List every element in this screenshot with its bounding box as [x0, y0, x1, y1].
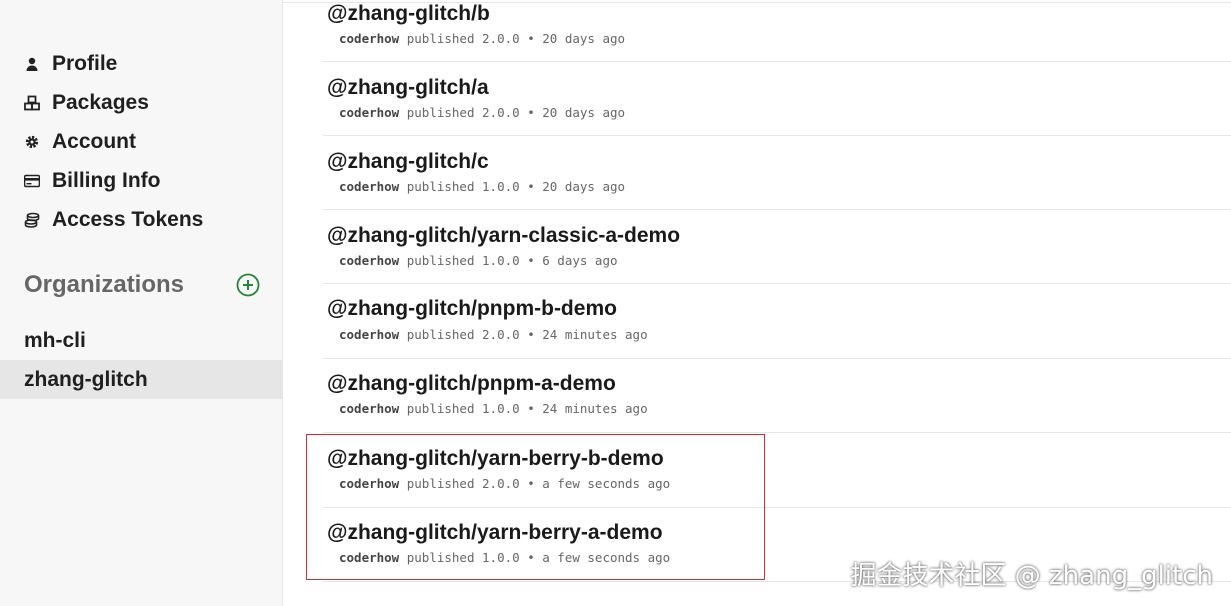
- org-item-zhang-glitch[interactable]: zhang-glitch: [0, 360, 282, 399]
- publish-action: published: [406, 179, 475, 194]
- separator-dot: •: [527, 179, 535, 194]
- org-item-label: mh-cli: [24, 328, 86, 352]
- package-meta: coderhow published 1.0.0 • a few seconds…: [339, 550, 670, 565]
- package-name-link[interactable]: @zhang-glitch/yarn-berry-a-demo: [327, 521, 663, 545]
- publisher-link[interactable]: coderhow: [339, 401, 399, 416]
- publisher-link[interactable]: coderhow: [339, 31, 399, 46]
- publish-action: published: [406, 327, 475, 342]
- publish-time: a few seconds ago: [542, 476, 671, 491]
- organizations-list: mh-cli zhang-glitch: [0, 321, 282, 399]
- package-meta: coderhow published 1.0.0 • 20 days ago: [339, 179, 625, 194]
- publish-action: published: [406, 401, 475, 416]
- publish-action: published: [406, 31, 475, 46]
- package-version: 1.0.0: [482, 179, 520, 194]
- separator-dot: •: [527, 327, 535, 342]
- tokens-icon: [24, 212, 40, 228]
- package-version: 2.0.0: [482, 105, 520, 120]
- packages-icon: [24, 95, 40, 111]
- package-name-link[interactable]: @zhang-glitch/c: [327, 150, 489, 174]
- publish-time: 20 days ago: [542, 105, 626, 120]
- publish-time: 6 days ago: [542, 253, 618, 268]
- separator-dot: •: [527, 105, 535, 120]
- watermark-text: 掘金技术社区 @ zhang_glitch: [850, 561, 1214, 591]
- sidebar-nav: Profile Packages Account Billing Info Ac…: [0, 44, 282, 239]
- package-meta: coderhow published 2.0.0 • a few seconds…: [339, 476, 670, 491]
- package-name-link[interactable]: @zhang-glitch/pnpm-a-demo: [327, 372, 616, 396]
- sidebar-item-access-tokens[interactable]: Access Tokens: [0, 200, 282, 239]
- package-version: 1.0.0: [482, 253, 520, 268]
- separator-dot: •: [527, 31, 535, 46]
- publish-action: published: [406, 550, 475, 565]
- package-meta: coderhow published 2.0.0 • 20 days ago: [339, 105, 625, 120]
- add-organization-button[interactable]: [236, 273, 260, 297]
- package-row: @zhang-glitch/b coderhow published 2.0.0…: [323, 0, 1231, 62]
- package-meta: coderhow published 1.0.0 • 6 days ago: [339, 253, 618, 268]
- publisher-link[interactable]: coderhow: [339, 179, 399, 194]
- publisher-link[interactable]: coderhow: [339, 253, 399, 268]
- sidebar-item-packages[interactable]: Packages: [0, 83, 282, 122]
- package-version: 2.0.0: [482, 31, 520, 46]
- publish-action: published: [406, 476, 475, 491]
- publisher-link[interactable]: coderhow: [339, 105, 399, 120]
- package-name-link[interactable]: @zhang-glitch/b: [327, 2, 490, 26]
- package-version: 1.0.0: [482, 550, 520, 565]
- publisher-link[interactable]: coderhow: [339, 476, 399, 491]
- sidebar-item-billing-info[interactable]: Billing Info: [0, 161, 282, 200]
- publish-action: published: [406, 105, 475, 120]
- package-version: 1.0.0: [482, 401, 520, 416]
- package-row: @zhang-glitch/yarn-classic-a-demo coderh…: [323, 209, 1231, 284]
- plus-circle-icon: [236, 273, 260, 297]
- package-row: @zhang-glitch/pnpm-a-demo coderhow publi…: [323, 358, 1231, 433]
- package-name-link[interactable]: @zhang-glitch/pnpm-b-demo: [327, 297, 617, 321]
- sidebar-item-label: Billing Info: [52, 168, 161, 192]
- package-name-link[interactable]: @zhang-glitch/yarn-classic-a-demo: [327, 224, 680, 248]
- package-version: 2.0.0: [482, 327, 520, 342]
- package-meta: coderhow published 2.0.0 • 20 days ago: [339, 31, 625, 46]
- org-item-label: zhang-glitch: [24, 367, 148, 391]
- sidebar-item-profile[interactable]: Profile: [0, 44, 282, 83]
- publish-time: 24 minutes ago: [542, 401, 648, 416]
- publisher-link[interactable]: coderhow: [339, 550, 399, 565]
- sidebar: Profile Packages Account Billing Info Ac…: [0, 0, 283, 606]
- sidebar-item-account[interactable]: Account: [0, 122, 282, 161]
- sidebar-item-label: Profile: [52, 51, 118, 75]
- publish-time: 20 days ago: [542, 31, 626, 46]
- publish-time: 24 minutes ago: [542, 327, 648, 342]
- publish-time: a few seconds ago: [542, 550, 671, 565]
- package-meta: coderhow published 2.0.0 • 24 minutes ag…: [339, 327, 648, 342]
- user-icon: [24, 56, 40, 72]
- package-row: @zhang-glitch/yarn-berry-b-demo coderhow…: [323, 433, 1231, 508]
- sidebar-item-label: Packages: [52, 90, 149, 114]
- package-row: @zhang-glitch/c coderhow published 1.0.0…: [323, 135, 1231, 210]
- publisher-link[interactable]: coderhow: [339, 327, 399, 342]
- separator-dot: •: [527, 550, 535, 565]
- package-row: @zhang-glitch/pnpm-b-demo coderhow publi…: [323, 284, 1231, 359]
- gear-icon: [24, 134, 40, 150]
- package-row: @zhang-glitch/a coderhow published 2.0.0…: [323, 61, 1231, 136]
- credit-card-icon: [24, 173, 40, 189]
- organizations-header: Organizations: [24, 265, 260, 305]
- publish-action: published: [406, 253, 475, 268]
- sidebar-item-label: Access Tokens: [52, 207, 204, 231]
- package-meta: coderhow published 1.0.0 • 24 minutes ag…: [339, 401, 648, 416]
- package-version: 2.0.0: [482, 476, 520, 491]
- separator-dot: •: [527, 401, 535, 416]
- sidebar-item-label: Account: [52, 129, 136, 153]
- separator-dot: •: [527, 476, 535, 491]
- publish-time: 20 days ago: [542, 179, 626, 194]
- organizations-title: Organizations: [24, 271, 185, 298]
- org-item-mh-cli[interactable]: mh-cli: [0, 321, 282, 360]
- package-name-link[interactable]: @zhang-glitch/yarn-berry-b-demo: [327, 447, 664, 471]
- separator-dot: •: [527, 253, 535, 268]
- package-name-link[interactable]: @zhang-glitch/a: [327, 76, 489, 100]
